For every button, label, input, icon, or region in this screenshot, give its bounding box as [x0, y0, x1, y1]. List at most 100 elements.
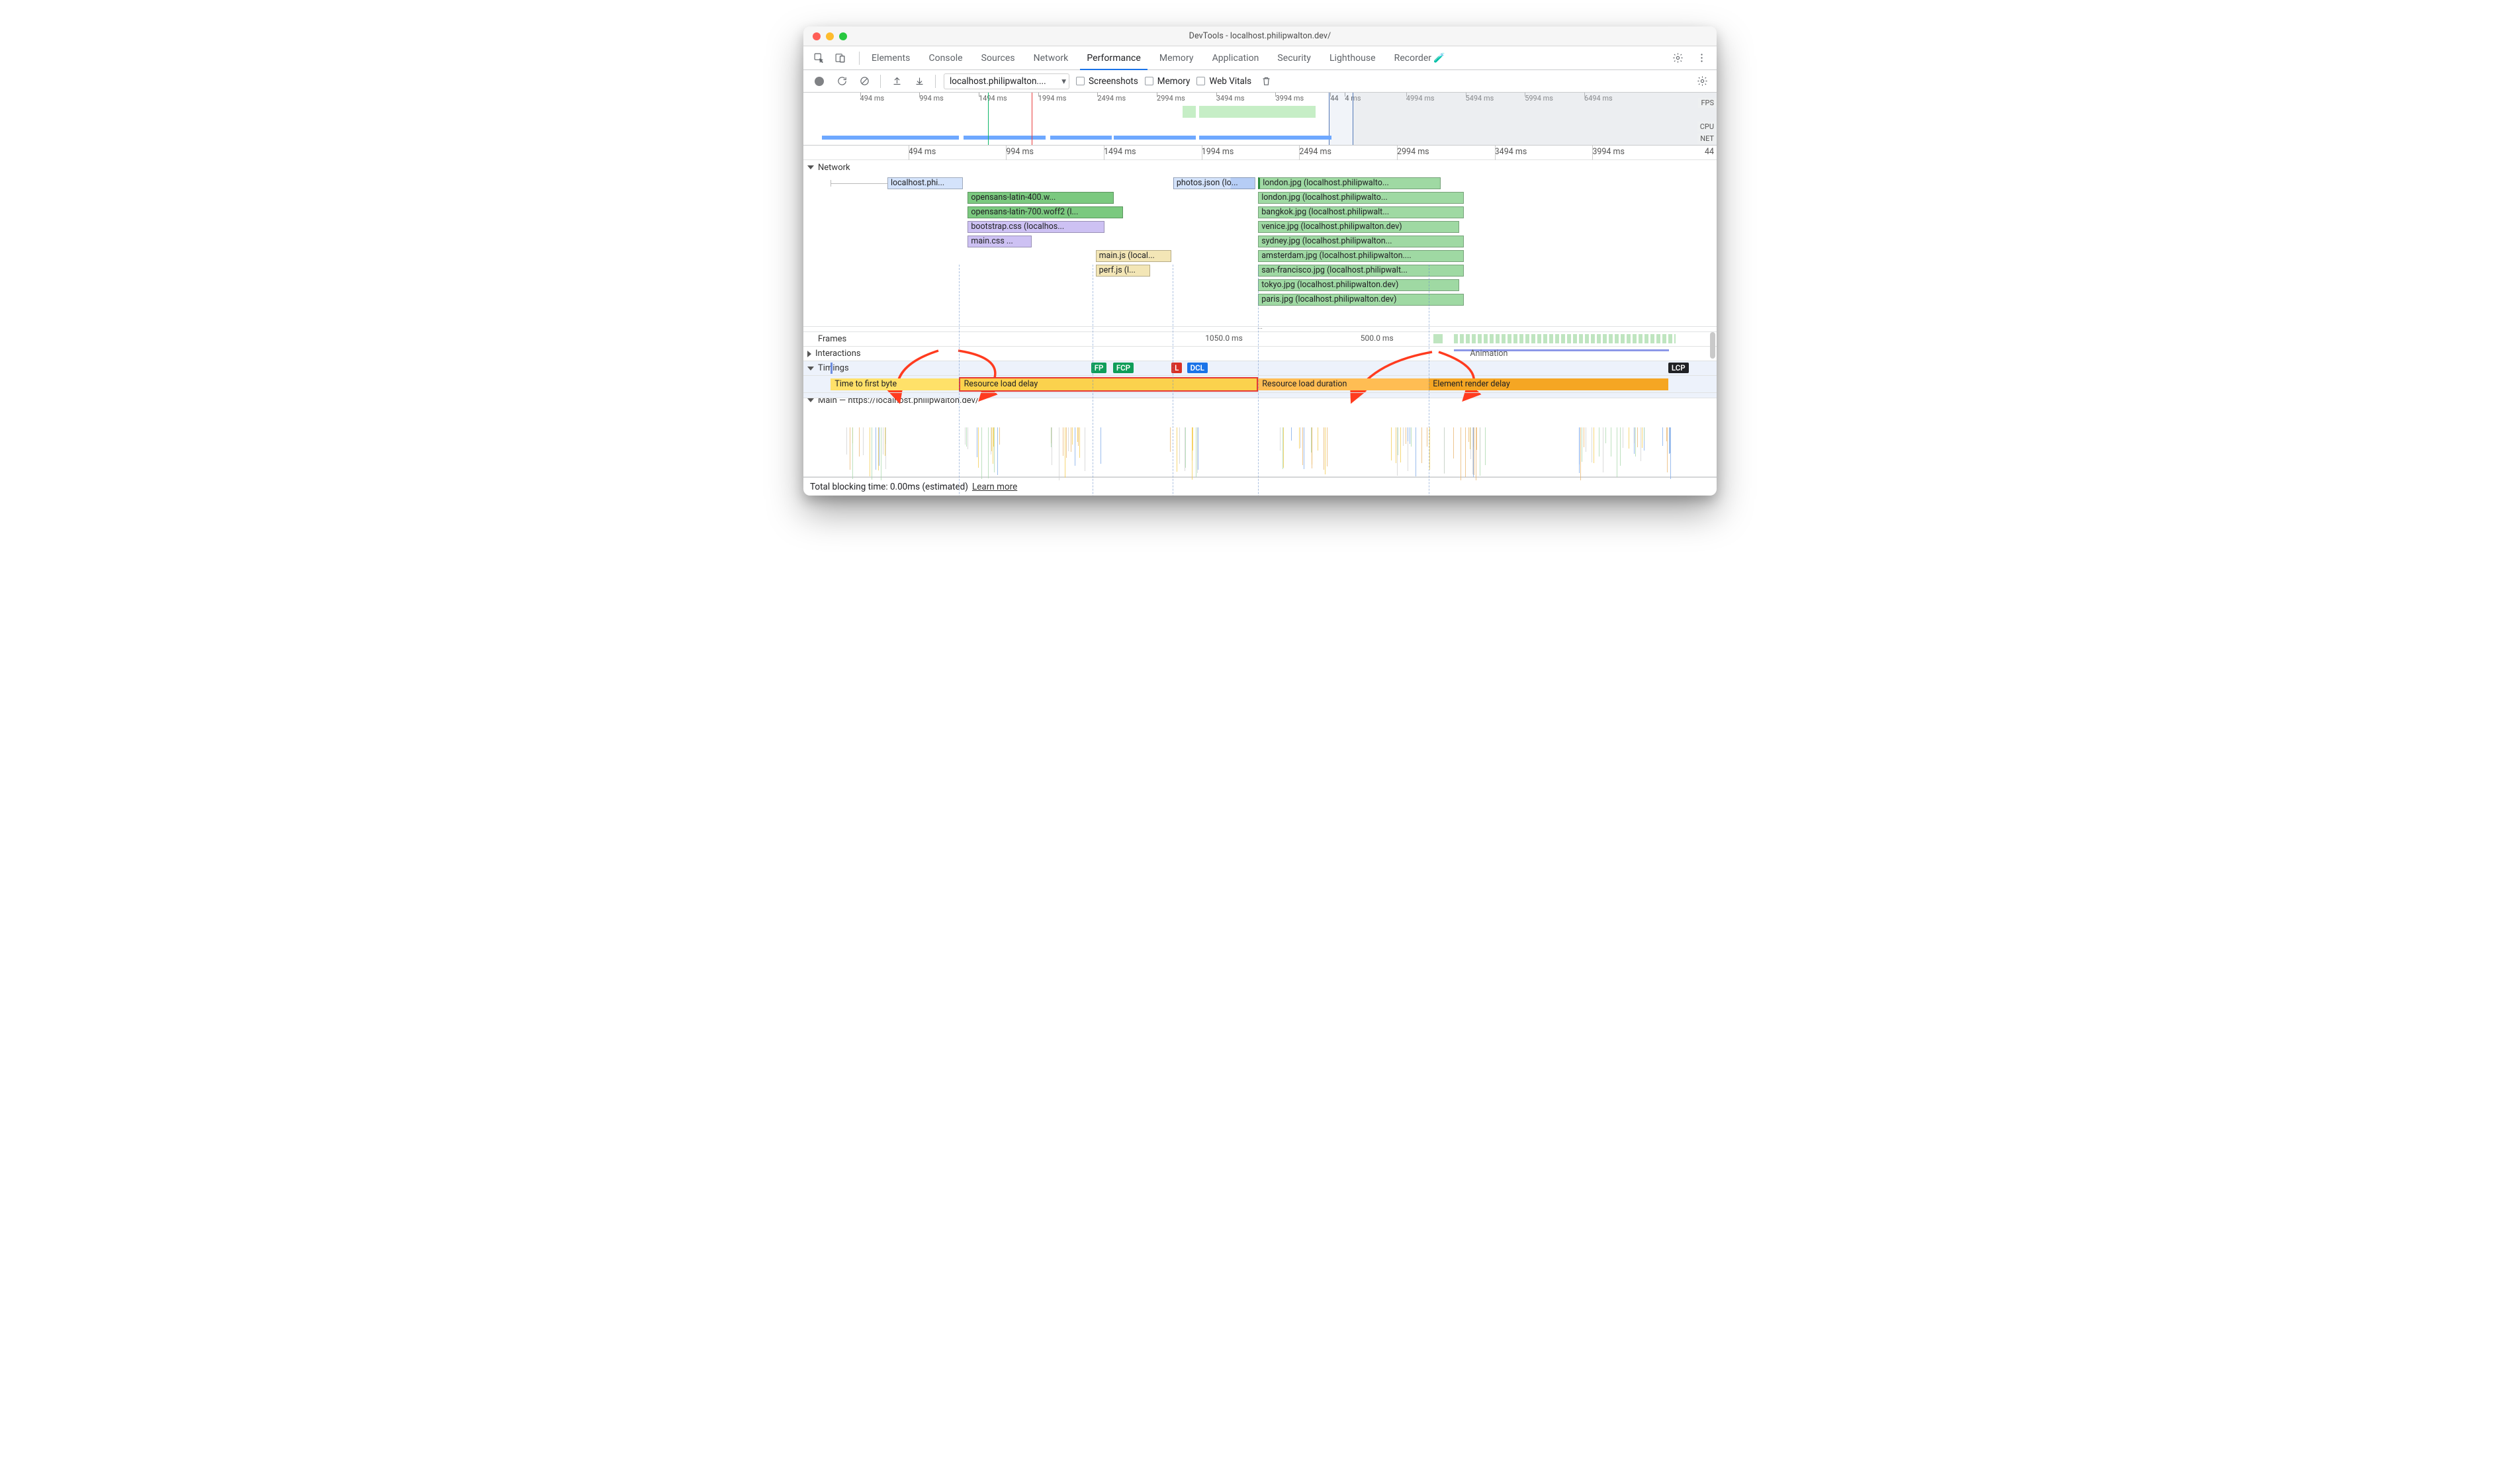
tab-elements[interactable]: Elements	[862, 46, 919, 69]
network-label: Network	[818, 163, 850, 173]
network-request[interactable]: opensans-latin-700.woff2 (l...	[968, 206, 1123, 218]
timing-marker-l[interactable]: L	[1171, 363, 1182, 373]
memory-checkbox[interactable]: Memory	[1145, 76, 1191, 87]
network-request[interactable]: venice.jpg (localhost.philipwalton.dev)	[1258, 221, 1459, 233]
fps-lane-label: FPS	[1698, 98, 1717, 108]
overview-timeline[interactable]: 494 ms 994 ms 1494 ms 1994 ms 2494 ms 2994 ms…	[803, 93, 1717, 146]
timings-label: Timings	[818, 363, 849, 373]
tab-security[interactable]: Security	[1268, 46, 1320, 69]
network-request[interactable]: main.js (local...	[1096, 250, 1172, 262]
timings-lane-header[interactable]: Timings FP FCP L DCL LCP	[803, 361, 1717, 376]
flamechart-area: 494 ms994 ms1494 ms1994 ms2494 ms2994 ms…	[803, 146, 1717, 477]
frame-duration: 1050.0 ms	[1205, 333, 1243, 343]
load-profile-icon[interactable]	[889, 73, 905, 89]
title-bar: DevTools - localhost.philipwalton.dev/	[803, 26, 1717, 46]
overview-tick: 1494 ms	[979, 94, 1007, 103]
devtools-window: DevTools - localhost.philipwalton.dev/ E…	[803, 26, 1717, 496]
network-request[interactable]: sydney.jpg (localhost.philipwalton...	[1258, 236, 1464, 247]
segment-ttfb: Time to first byte	[831, 378, 958, 390]
cpu-lane-label: CPU	[1697, 122, 1717, 132]
panel-tabs: ElementsConsoleSourcesNetworkPerformance…	[862, 46, 1455, 69]
overview-tick: 494 ms	[860, 94, 885, 103]
divider	[859, 52, 860, 65]
inspect-element-icon[interactable]	[809, 48, 829, 68]
save-profile-icon[interactable]	[911, 73, 927, 89]
timing-marker-lcp[interactable]: LCP	[1668, 363, 1689, 373]
timing-marker-fp[interactable]: FP	[1091, 363, 1107, 373]
clear-button[interactable]	[856, 73, 872, 89]
overview-tick: 3494 ms	[1216, 94, 1245, 103]
overview-tick: 3994 ms	[1275, 94, 1304, 103]
screenshots-checkbox[interactable]: Screenshots	[1076, 76, 1138, 87]
ruler-tick: 1994 ms	[1202, 147, 1234, 157]
tab-console[interactable]: Console	[919, 46, 971, 69]
ruler-tick: 1494 ms	[1104, 147, 1136, 157]
animation-label: Animation	[1470, 349, 1508, 359]
segment-element-render-delay: Element render delay	[1429, 378, 1668, 390]
frame-duration: 500.0 ms	[1361, 333, 1394, 343]
overview-tick: 2494 ms	[1097, 94, 1126, 103]
network-request[interactable]: london.jpg (localhost.philipwalto...	[1258, 177, 1441, 189]
reload-record-button[interactable]	[834, 73, 850, 89]
beaker-icon: 🧪	[1433, 53, 1445, 64]
learn-more-link[interactable]: Learn more	[972, 482, 1017, 492]
ruler-tick: 2494 ms	[1299, 147, 1331, 157]
network-request[interactable]: tokyo.jpg (localhost.philipwalton.dev)	[1258, 279, 1459, 291]
record-button[interactable]	[811, 73, 827, 89]
chevron-down-icon	[807, 367, 814, 370]
network-lane[interactable]: localhost.phi... opensans-latin-400.w... o…	[803, 175, 1717, 327]
interactions-label: Interactions	[815, 349, 861, 359]
settings-icon[interactable]	[1668, 48, 1688, 68]
profile-select[interactable]: localhost.philipwalton.... ▾	[944, 73, 1069, 89]
ruler-tick: 3994 ms	[1592, 147, 1625, 157]
profile-select-label: localhost.philipwalton....	[950, 76, 1046, 87]
network-request[interactable]: photos.json (lo...	[1173, 177, 1255, 189]
network-request[interactable]: paris.jpg (localhost.philipwalton.dev)	[1258, 294, 1464, 306]
tab-lighthouse[interactable]: Lighthouse	[1320, 46, 1385, 69]
tab-network[interactable]: Network	[1024, 46, 1078, 69]
chevron-down-icon	[807, 165, 814, 169]
ruler-tick: 3494 ms	[1495, 147, 1527, 157]
ruler-tick: 994 ms	[1006, 147, 1034, 157]
timing-marker-fcp[interactable]: FCP	[1113, 363, 1134, 373]
web-vitals-checkbox[interactable]: Web Vitals	[1196, 76, 1251, 87]
toggle-device-toolbar-icon[interactable]	[830, 48, 850, 68]
time-ruler[interactable]: 494 ms994 ms1494 ms1994 ms2494 ms2994 ms…	[803, 146, 1717, 160]
divider	[880, 75, 881, 88]
overview-tick: 994 ms	[919, 94, 944, 103]
ruler-overflow: 44	[1705, 147, 1714, 157]
network-request[interactable]: perf.js (l...	[1096, 265, 1151, 277]
panel-tabs-bar: ElementsConsoleSourcesNetworkPerformance…	[803, 46, 1717, 70]
overview-tick: 2994 ms	[1157, 94, 1185, 103]
tab-performance[interactable]: Performance	[1077, 46, 1150, 69]
lcp-breakdown-row[interactable]: Time to first byte Resource load delay R…	[803, 376, 1717, 393]
interactions-lane[interactable]: Interactions Animation	[803, 347, 1717, 361]
more-icon[interactable]	[1691, 48, 1711, 68]
tab-recorder[interactable]: Recorder🧪	[1385, 46, 1455, 69]
network-request[interactable]: main.css ...	[968, 236, 1032, 247]
tab-sources[interactable]: Sources	[972, 46, 1024, 69]
tab-memory[interactable]: Memory	[1150, 46, 1203, 69]
network-request[interactable]: bangkok.jpg (localhost.philipwalt...	[1258, 206, 1464, 218]
frames-lane[interactable]: Frames 1050.0 ms 500.0 ms	[803, 332, 1717, 347]
network-request[interactable]: london.jpg (localhost.philipwalto...	[1258, 192, 1464, 204]
capture-settings-icon[interactable]	[1694, 73, 1710, 89]
network-section-header[interactable]: Network	[803, 160, 1717, 175]
network-request[interactable]: opensans-latin-400.w...	[968, 192, 1114, 204]
segment-resource-load-duration: Resource load duration	[1258, 378, 1429, 390]
tab-application[interactable]: Application	[1203, 46, 1269, 69]
total-blocking-time: Total blocking time: 0.00ms (estimated)	[810, 482, 968, 492]
network-request[interactable]: localhost.phi...	[887, 177, 964, 189]
lane-resize-handle[interactable]: ···	[803, 327, 1717, 332]
network-request[interactable]: bootstrap.css (localhos...	[968, 221, 1104, 233]
overview-tick: 1994 ms	[1038, 94, 1067, 103]
window-title: DevTools - localhost.philipwalton.dev/	[803, 31, 1717, 41]
main-thread-lane[interactable]	[803, 408, 1717, 477]
chevron-right-icon	[807, 351, 811, 357]
network-request[interactable]: amsterdam.jpg (localhost.philipwalton...…	[1258, 250, 1464, 262]
collect-garbage-icon[interactable]	[1258, 73, 1274, 89]
ruler-tick: 2994 ms	[1397, 147, 1429, 157]
network-request[interactable]: san-francisco.jpg (localhost.philipwalt.…	[1258, 265, 1464, 277]
timing-marker-dcl[interactable]: DCL	[1187, 363, 1208, 373]
divider	[935, 75, 936, 88]
